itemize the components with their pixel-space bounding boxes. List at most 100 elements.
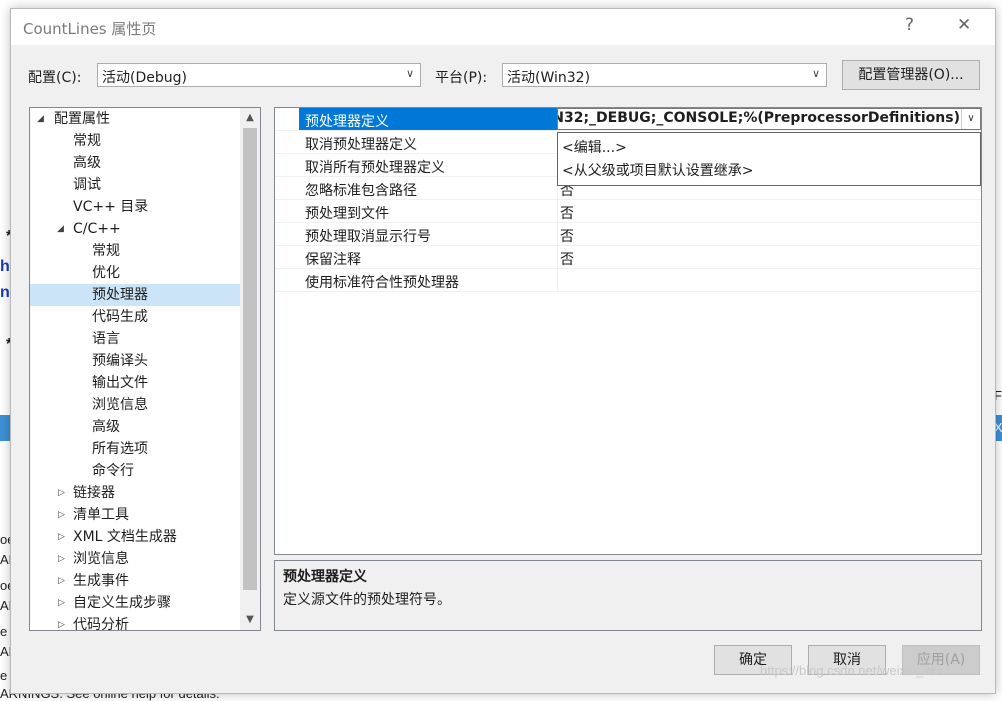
column-divider (557, 269, 558, 291)
configuration-label: 配置(C): (28, 70, 82, 86)
title-bar: CountLines 属性页 ? ✕ (11, 9, 995, 45)
tree-item-cpp-optimization[interactable]: 优化 (30, 262, 240, 284)
collapsed-icon[interactable]: ▷ (58, 482, 65, 504)
tree-item-cpp-general[interactable]: 常规 (30, 240, 240, 262)
property-row-suppress-line-numbers[interactable]: 预处理取消显示行号 否 (275, 223, 981, 246)
tree-item-label: 调试 (73, 177, 101, 193)
tree-item-label: 高级 (73, 155, 101, 171)
scroll-down-icon[interactable]: ▼ (240, 610, 260, 630)
tree-item-label: 生成事件 (73, 573, 129, 589)
expanded-icon[interactable]: ◢ (57, 218, 64, 240)
tree-item-custom-build-step[interactable]: ▷ 自定义生成步骤 (30, 592, 240, 614)
tree-item-cpp-output-files[interactable]: 输出文件 (30, 372, 240, 394)
scroll-up-icon[interactable]: ▲ (240, 108, 260, 128)
collapsed-icon[interactable]: ▷ (58, 614, 65, 630)
dropdown-option-edit[interactable]: <编辑...> (562, 137, 627, 157)
configuration-combo[interactable]: 活动(Debug) ∨ (97, 63, 421, 87)
tree-item-label: 浏览信息 (73, 551, 129, 567)
tree-item-cpp-advanced[interactable]: 高级 (30, 416, 240, 438)
watermark: https://blog.csdn.net/weixin_xxx (760, 663, 943, 678)
tree-item-cpp[interactable]: ◢ C/C++ (30, 218, 240, 240)
tree-item-label: 链接器 (73, 485, 115, 501)
tree-item-label: 命令行 (92, 463, 134, 479)
chevron-down-icon: ∨ (811, 67, 820, 80)
column-divider (557, 200, 558, 222)
tree-item-debugging[interactable]: 调试 (30, 174, 240, 196)
tree-item-cpp-all-options[interactable]: 所有选项 (30, 438, 240, 460)
tree-item-label: 常规 (73, 133, 101, 149)
tree-item-label: 常规 (92, 243, 120, 259)
property-name: 使用标准符合性预处理器 (305, 275, 459, 291)
settings-tree: ◢ 配置属性 常规 高级 调试 VC++ 目录 ◢ C/C++ 常规 优化 预处… (29, 107, 261, 631)
configuration-value: 活动(Debug) (102, 70, 187, 86)
scrollbar-thumb[interactable] (243, 128, 257, 590)
help-button[interactable]: ? (905, 15, 914, 35)
platform-value: 活动(Win32) (507, 70, 591, 86)
tree-item-vc-directories[interactable]: VC++ 目录 (30, 196, 240, 218)
property-name: 预处理器定义 (305, 114, 389, 130)
configuration-manager-button[interactable]: 配置管理器(O)... (842, 60, 980, 90)
tree-item-cpp-preprocessor[interactable]: 预处理器 (30, 284, 240, 306)
tree-item-advanced[interactable]: 高级 (30, 152, 240, 174)
column-divider (557, 223, 558, 245)
tree-item-code-analysis[interactable]: ▷ 代码分析 (30, 614, 240, 631)
tree-item-label: 浏览信息 (92, 397, 148, 413)
property-name: 保留注释 (305, 252, 361, 268)
tree-item-cpp-language[interactable]: 语言 (30, 328, 240, 350)
tree-item-cpp-precompiled-headers[interactable]: 预编译头 (30, 350, 240, 372)
window-title: CountLines 属性页 (23, 20, 157, 38)
tree-item-label: XML 文档生成器 (73, 529, 177, 545)
close-button[interactable]: ✕ (957, 15, 971, 35)
property-value: 否 (560, 206, 574, 222)
chevron-down-icon[interactable]: ∨ (961, 109, 980, 129)
tree-item-label: 所有选项 (92, 441, 148, 457)
tree-item-linker[interactable]: ▷ 链接器 (30, 482, 240, 504)
platform-label: 平台(P): (435, 70, 488, 86)
bg-fragment: e (0, 668, 8, 683)
tree-item-label: 自定义生成步骤 (73, 595, 171, 611)
tree-item-xml-doc-generator[interactable]: ▷ XML 文档生成器 (30, 526, 240, 548)
property-value: 否 (560, 252, 574, 268)
tree-item-label: 配置属性 (54, 111, 110, 127)
collapsed-icon[interactable]: ▷ (58, 570, 65, 592)
dropdown-option-inherit[interactable]: <从父级或项目默认设置继承> (562, 160, 753, 180)
collapsed-icon[interactable]: ▷ (58, 526, 65, 548)
platform-combo[interactable]: 活动(Win32) ∨ (502, 63, 827, 87)
property-row-conforming-preprocessor[interactable]: 使用标准符合性预处理器 (275, 269, 981, 292)
collapsed-icon[interactable]: ▷ (58, 504, 65, 526)
tree-item-label: 语言 (92, 331, 120, 347)
preprocessor-definitions-input[interactable]: WIN32;_DEBUG;_CONSOLE;%(PreprocessorDefi… (557, 108, 981, 130)
tree-item-label: 高级 (92, 419, 120, 435)
property-name: 忽略标准包含路径 (305, 183, 417, 199)
property-row-preprocess-to-file[interactable]: 预处理到文件 否 (275, 200, 981, 223)
tree-item-label: 代码生成 (92, 309, 148, 325)
description-panel: 预处理器定义 定义源文件的预处理符号。 (274, 560, 982, 631)
property-value: WIN32;_DEBUG;_CONSOLE;%(PreprocessorDefi… (557, 110, 960, 126)
tree-item-label: 输出文件 (92, 375, 148, 391)
property-row-preprocessor-definitions[interactable]: 预处理器定义 WIN32;_DEBUG;_CONSOLE;%(Preproces… (275, 108, 981, 131)
property-row-keep-comments[interactable]: 保留注释 否 (275, 246, 981, 269)
property-name: 取消预处理器定义 (305, 137, 417, 153)
tree-item-general[interactable]: 常规 (30, 130, 240, 152)
property-pages-dialog: CountLines 属性页 ? ✕ 配置(C): 活动(Debug) ∨ 平台… (10, 8, 996, 694)
tree-item-cpp-code-generation[interactable]: 代码生成 (30, 306, 240, 328)
description-text: 定义源文件的预处理符号。 (283, 592, 451, 608)
bg-fragment: e (0, 624, 8, 639)
tree-item-manifest-tool[interactable]: ▷ 清单工具 (30, 504, 240, 526)
property-name: 预处理取消显示行号 (305, 229, 431, 245)
value-dropdown-list: <编辑...> <从父级或项目默认设置继承> (557, 132, 981, 186)
description-title: 预处理器定义 (283, 569, 367, 585)
tree-item-cpp-browse-information[interactable]: 浏览信息 (30, 394, 240, 416)
tree-item-label: 预编译头 (92, 353, 148, 369)
tree-scrollbar[interactable]: ▲ ▼ (240, 108, 260, 630)
tree-item-build-events[interactable]: ▷ 生成事件 (30, 570, 240, 592)
collapsed-icon[interactable]: ▷ (58, 548, 65, 570)
expanded-icon[interactable]: ◢ (37, 108, 44, 130)
tree-item-label: 优化 (92, 265, 120, 281)
tree-item-browse-information[interactable]: ▷ 浏览信息 (30, 548, 240, 570)
tree-item-label: 清单工具 (73, 507, 129, 523)
tree-item-label: 代码分析 (73, 617, 129, 631)
tree-item-cpp-command-line[interactable]: 命令行 (30, 460, 240, 482)
collapsed-icon[interactable]: ▷ (58, 592, 65, 614)
tree-item-configuration-properties[interactable]: ◢ 配置属性 (30, 108, 240, 130)
